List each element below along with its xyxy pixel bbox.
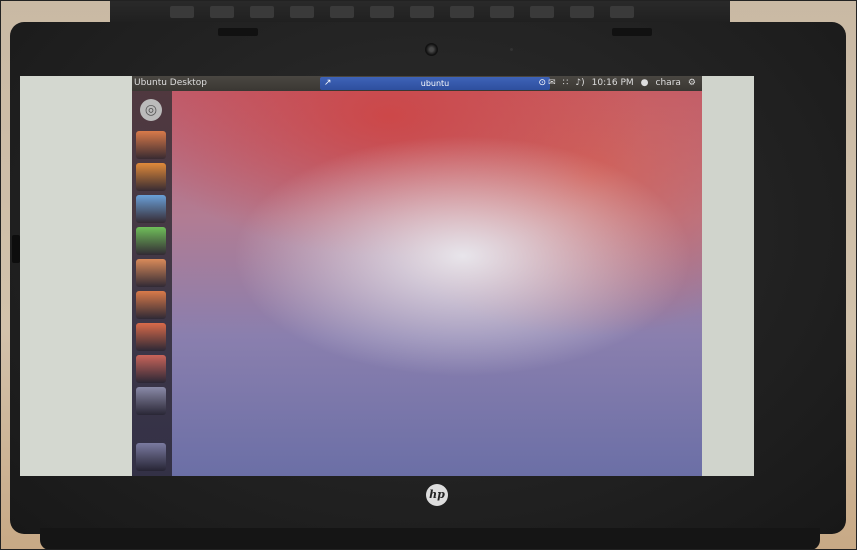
mail-icon[interactable]: ✉ (548, 76, 556, 91)
ubuntu-one-icon[interactable] (136, 323, 166, 351)
writer-icon[interactable] (136, 195, 166, 223)
ubuntu-desktop: Ubuntu Desktop ↗ ubuntu ⊙ ✉ ∷ ♪) 10:16 P… (132, 76, 702, 476)
files-icon[interactable] (136, 131, 166, 159)
laptop-base (40, 528, 820, 550)
settings-icon[interactable] (136, 355, 166, 383)
dash-home-icon[interactable]: ◎ (140, 99, 162, 121)
camera-led (510, 48, 513, 51)
trash-icon[interactable] (136, 443, 166, 471)
user-icon[interactable]: ● (641, 76, 649, 91)
impress-icon[interactable] (136, 259, 166, 287)
side-port (12, 235, 20, 263)
launcher: ◎ (132, 91, 172, 476)
laptop-screen: Ubuntu Desktop ↗ ubuntu ⊙ ✉ ∷ ♪) 10:16 P… (20, 76, 754, 476)
dash-search-field[interactable]: ↗ ubuntu ⊙ (320, 77, 550, 90)
calc-icon[interactable] (136, 227, 166, 255)
clock[interactable]: 10:16 PM (592, 76, 634, 91)
close-icon[interactable]: ⊙ (538, 77, 546, 90)
gear-icon[interactable]: ⚙ (688, 76, 696, 91)
software-center-icon[interactable] (136, 291, 166, 319)
screen-margin-right (702, 76, 754, 476)
hp-logo: hp (426, 484, 448, 506)
hinge-right (612, 28, 652, 36)
volume-icon[interactable]: ♪) (575, 76, 584, 91)
top-panel: Ubuntu Desktop ↗ ubuntu ⊙ ✉ ∷ ♪) 10:16 P… (132, 76, 702, 91)
hinge-left (218, 28, 258, 36)
network-icon[interactable]: ∷ (563, 76, 569, 91)
user-name[interactable]: chara (656, 76, 681, 91)
workspace-icon[interactable] (136, 387, 166, 415)
webcam-icon (425, 43, 438, 56)
search-text: ubuntu (420, 79, 450, 88)
window-title: Ubuntu Desktop (134, 78, 207, 88)
screen-margin-left (20, 76, 132, 476)
browser-icon[interactable] (136, 163, 166, 191)
indicator-area: ✉ ∷ ♪) 10:16 PM ● chara ⚙ (548, 76, 702, 91)
